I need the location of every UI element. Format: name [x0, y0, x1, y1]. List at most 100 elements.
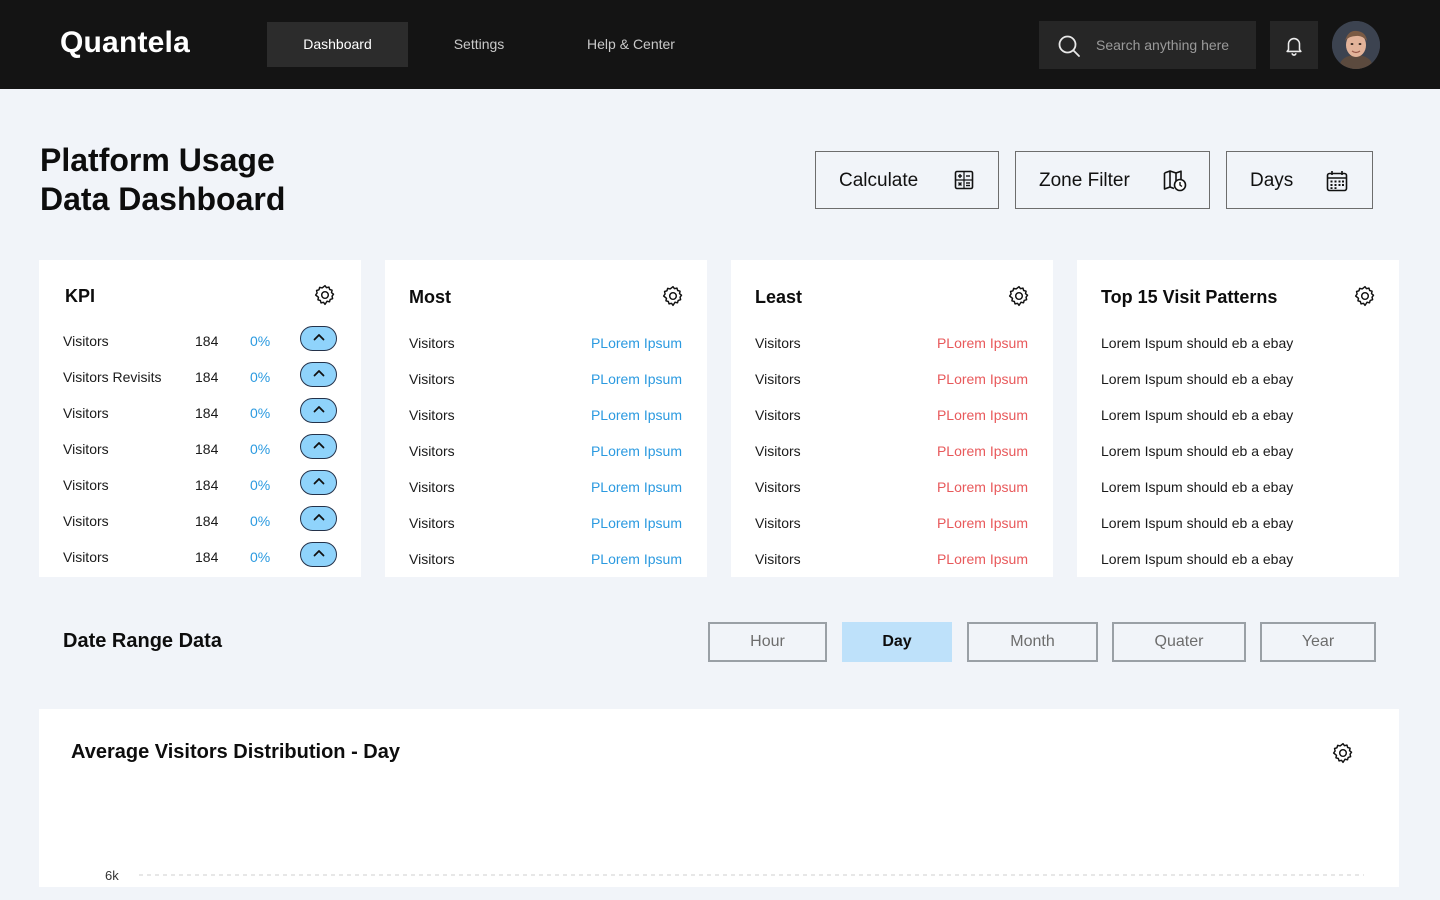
- map-clock-icon: [1163, 170, 1187, 192]
- nav-settings[interactable]: Settings: [420, 22, 538, 67]
- calculate-button-label: Calculate: [839, 170, 919, 191]
- most-row-label: Visitors: [409, 551, 455, 567]
- most-row: Visitors PLorem Ipsum: [385, 371, 707, 391]
- days-button[interactable]: Days: [1226, 151, 1373, 209]
- segment-day[interactable]: Day: [842, 622, 952, 662]
- visit-pattern-row: Lorem Ispum should eb a ebay: [1077, 407, 1399, 427]
- nav-help-center[interactable]: Help & Center: [560, 22, 702, 67]
- least-row-link[interactable]: PLorem Ipsum: [937, 479, 1028, 495]
- gear-icon[interactable]: [662, 285, 684, 307]
- segment-year[interactable]: Year: [1260, 622, 1376, 662]
- kpi-row-expand-button[interactable]: [300, 326, 337, 351]
- kpi-row-label: Visitors: [63, 513, 109, 529]
- chevron-up-icon: [313, 514, 325, 521]
- kpi-row-value: 184: [195, 441, 219, 457]
- kpi-row: Visitors 184 0%: [39, 398, 361, 425]
- kpi-row-value: 184: [195, 513, 219, 529]
- least-row-label: Visitors: [755, 479, 801, 495]
- kpi-row-value: 184: [195, 477, 219, 493]
- least-row-link[interactable]: PLorem Ipsum: [937, 515, 1028, 531]
- least-row-label: Visitors: [755, 371, 801, 387]
- kpi-card-title: KPI: [65, 286, 96, 306]
- kpi-row-change: 0%: [250, 369, 271, 385]
- least-row-label: Visitors: [755, 407, 801, 423]
- gear-icon[interactable]: [1008, 285, 1030, 307]
- least-row: Visitors PLorem Ipsum: [731, 335, 1053, 355]
- kpi-row-label: Visitors: [63, 333, 109, 349]
- bell-icon: [1286, 37, 1302, 56]
- kpi-row-expand-button[interactable]: [300, 398, 337, 423]
- kpi-row-change: 0%: [250, 405, 271, 421]
- least-row-link[interactable]: PLorem Ipsum: [937, 551, 1028, 567]
- visit-pattern-text: Lorem Ispum should eb a ebay: [1101, 407, 1294, 423]
- nav-dashboard[interactable]: Dashboard: [267, 22, 408, 67]
- visit-pattern-text: Lorem Ispum should eb a ebay: [1101, 551, 1294, 567]
- search-input[interactable]: [1096, 21, 1251, 69]
- most-row-label: Visitors: [409, 515, 455, 531]
- most-row-link[interactable]: PLorem Ipsum: [591, 407, 682, 423]
- notifications-button[interactable]: [1270, 21, 1318, 69]
- least-row-link[interactable]: PLorem Ipsum: [937, 443, 1028, 459]
- visit-pattern-row: Lorem Ispum should eb a ebay: [1077, 515, 1399, 535]
- user-avatar[interactable]: [1332, 21, 1380, 69]
- kpi-row-label: Visitors: [63, 477, 109, 493]
- least-row: Visitors PLorem Ipsum: [731, 371, 1053, 391]
- kpi-row: Visitors Revisits 184 0%: [39, 362, 361, 389]
- kpi-row-label: Visitors: [63, 405, 109, 421]
- most-card: Most Visitors PLorem Ipsum Visitors PLor…: [385, 260, 707, 577]
- least-row: Visitors PLorem Ipsum: [731, 479, 1053, 499]
- visit-pattern-text: Lorem Ispum should eb a ebay: [1101, 443, 1294, 459]
- segment-hour[interactable]: Hour: [708, 622, 827, 662]
- most-row-link[interactable]: PLorem Ipsum: [591, 443, 682, 459]
- least-row: Visitors PLorem Ipsum: [731, 551, 1053, 571]
- least-row-link[interactable]: PLorem Ipsum: [937, 371, 1028, 387]
- gear-icon[interactable]: [1354, 285, 1376, 307]
- visit-pattern-text: Lorem Ispum should eb a ebay: [1101, 515, 1294, 531]
- visitors-distribution-chart-card: Average Visitors Distribution - Day 6k: [39, 709, 1399, 887]
- zone-filter-button[interactable]: Zone Filter: [1015, 151, 1210, 209]
- least-row-label: Visitors: [755, 551, 801, 567]
- kpi-row-label: Visitors: [63, 441, 109, 457]
- y-tick-label: 6k: [105, 868, 119, 883]
- least-card-title: Least: [755, 287, 803, 307]
- visit-pattern-row: Lorem Ispum should eb a ebay: [1077, 551, 1399, 571]
- visit-patterns-card: Top 15 Visit Patterns Lorem Ispum should…: [1077, 260, 1399, 577]
- most-row-link[interactable]: PLorem Ipsum: [591, 335, 682, 351]
- days-button-label: Days: [1250, 170, 1294, 191]
- calculate-button[interactable]: Calculate: [815, 151, 999, 209]
- kpi-row: Visitors 184 0%: [39, 326, 361, 353]
- most-row-link[interactable]: PLorem Ipsum: [591, 479, 682, 495]
- page-title: Platform Usage Data Dashboard: [40, 141, 400, 219]
- least-row: Visitors PLorem Ipsum: [731, 443, 1053, 463]
- most-row: Visitors PLorem Ipsum: [385, 551, 707, 571]
- least-row-link[interactable]: PLorem Ipsum: [937, 407, 1028, 423]
- kpi-row-value: 184: [195, 405, 219, 421]
- most-row-label: Visitors: [409, 371, 455, 387]
- kpi-row-expand-button[interactable]: [300, 542, 337, 567]
- most-row-link[interactable]: PLorem Ipsum: [591, 551, 682, 567]
- least-row-link[interactable]: PLorem Ipsum: [937, 335, 1028, 351]
- visit-pattern-row: Lorem Ispum should eb a ebay: [1077, 479, 1399, 499]
- visit-pattern-row: Lorem Ispum should eb a ebay: [1077, 443, 1399, 463]
- search-icon[interactable]: [1057, 34, 1081, 58]
- visit-pattern-row: Lorem Ispum should eb a ebay: [1077, 335, 1399, 355]
- most-row-label: Visitors: [409, 479, 455, 495]
- kpi-row-label: Visitors: [63, 549, 109, 565]
- kpi-row: Visitors 184 0%: [39, 470, 361, 497]
- kpi-row-expand-button[interactable]: [300, 470, 337, 495]
- kpi-row-change: 0%: [250, 333, 271, 349]
- app-logo[interactable]: Quantela: [60, 26, 190, 60]
- most-row-link[interactable]: PLorem Ipsum: [591, 515, 682, 531]
- kpi-row-change: 0%: [250, 549, 271, 565]
- kpi-row-expand-button[interactable]: [300, 506, 337, 531]
- kpi-row-expand-button[interactable]: [300, 362, 337, 387]
- chevron-up-icon: [313, 334, 325, 341]
- segment-quater[interactable]: Quater: [1112, 622, 1246, 662]
- gear-icon[interactable]: [314, 284, 336, 306]
- visit-pattern-row: Lorem Ispum should eb a ebay: [1077, 371, 1399, 391]
- segment-month[interactable]: Month: [967, 622, 1098, 662]
- kpi-card: KPI Visitors 184 0% Visitors Revisits 18…: [39, 260, 361, 577]
- chevron-up-icon: [313, 478, 325, 485]
- kpi-row-expand-button[interactable]: [300, 434, 337, 459]
- most-row-link[interactable]: PLorem Ipsum: [591, 371, 682, 387]
